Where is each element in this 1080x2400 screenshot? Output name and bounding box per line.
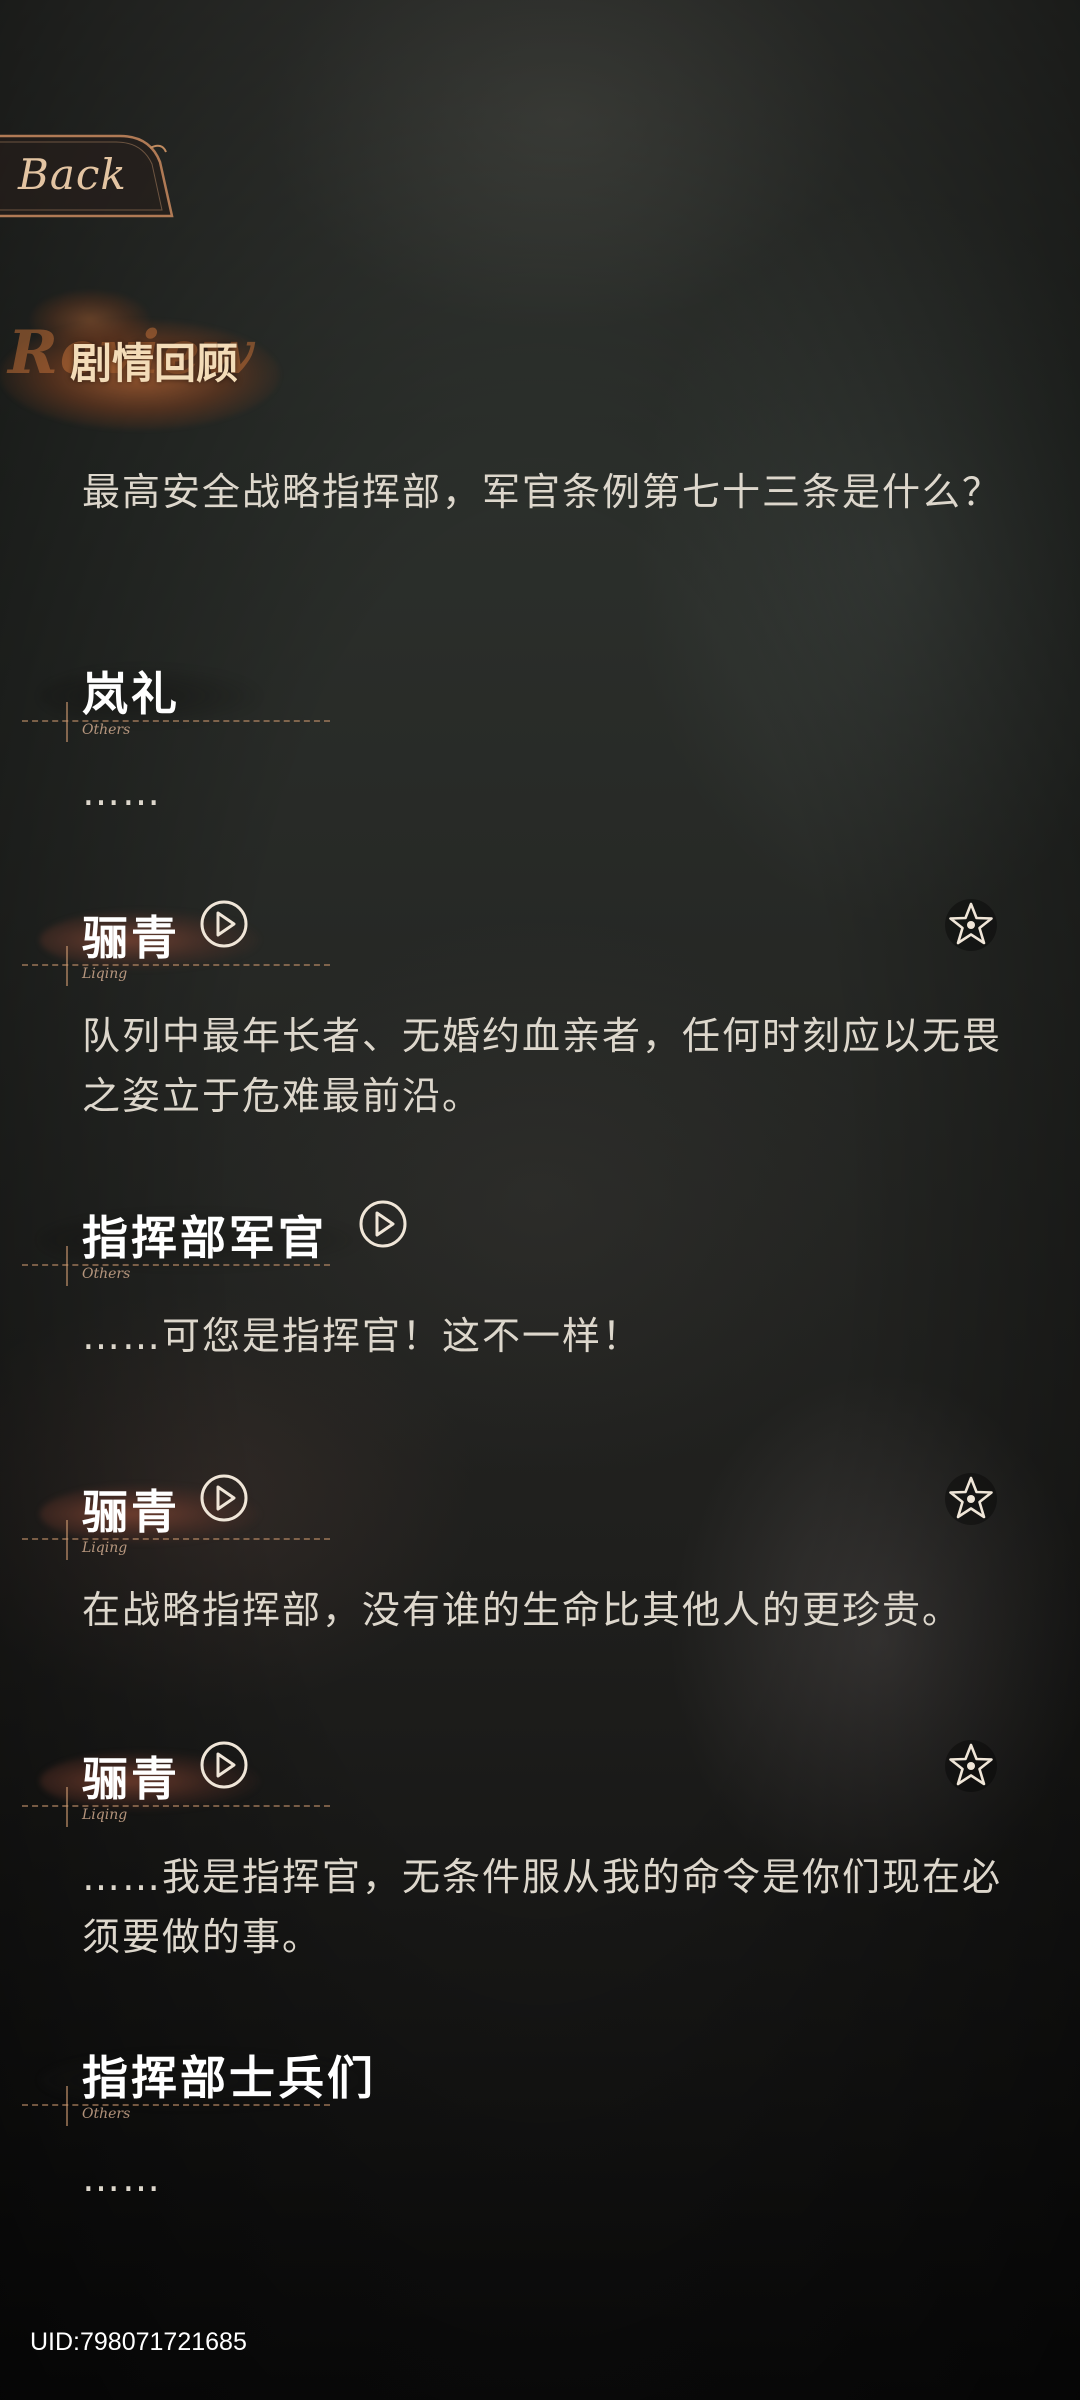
dialogue-entry: 骊青 Liqing ……我是指挥官，无条件服从我的命令是你们现在必须要做的事。 — [0, 1737, 1080, 1959]
speaker-name: 岚礼 — [82, 667, 180, 721]
page-title: 剧情回顾 — [70, 339, 239, 388]
dialogue-entry: 骊青 Liqing 队列中最年长者、无婚约血亲者，任何时刻应以无畏之姿立于危难最… — [0, 896, 1080, 1118]
back-button[interactable]: Back — [0, 132, 184, 222]
speaker-tick — [66, 1520, 68, 1560]
star-favorite-icon[interactable] — [942, 1737, 1000, 1795]
speaker-subtitle: Others — [82, 1266, 131, 1282]
play-voice-icon[interactable] — [196, 1737, 252, 1793]
speaker-name: 骊青 — [82, 1752, 180, 1806]
dialogue-text: ……可您是指挥官！这不一样！ — [82, 1314, 643, 1358]
speaker-header: 指挥部军官 Others — [0, 1196, 1080, 1286]
dialogue-text: 最高安全战略指挥部，军官条例第七十三条是什么？ — [82, 470, 1003, 514]
speaker-tick — [66, 702, 68, 742]
dialogue-text: ……我是指挥官，无条件服从我的命令是你们现在必须要做的事。 — [82, 1855, 1003, 1959]
speaker-tick — [66, 1787, 68, 1827]
speaker-header: 骊青 Liqing — [0, 1737, 1080, 1827]
play-voice-icon[interactable] — [355, 1196, 411, 1252]
dialogue-entry: 骊青 Liqing 在战略指挥部，没有谁的生命比其他人的更珍贵。 — [0, 1470, 1080, 1632]
dialogue-text: …… — [82, 770, 162, 814]
speaker-name: 骊青 — [82, 911, 180, 965]
speaker-subtitle: Others — [82, 2106, 131, 2122]
speaker-header: 岚礼 Others — [0, 652, 1080, 742]
speaker-name: 指挥部军官 — [82, 1211, 327, 1265]
speaker-header: 骊青 Liqing — [0, 896, 1080, 986]
speaker-subtitle: Liqing — [82, 1540, 128, 1556]
dialogue-text: 队列中最年长者、无婚约血亲者，任何时刻应以无畏之姿立于危难最前沿。 — [82, 1014, 1003, 1118]
speaker-name: 骊青 — [82, 1485, 180, 1539]
speaker-tick — [66, 1246, 68, 1286]
dialogue-entry: 指挥部士兵们 Others …… — [0, 2036, 1080, 2200]
page-header: Review 剧情回顾 — [0, 290, 300, 450]
dialogue-text: 在战略指挥部，没有谁的生命比其他人的更珍贵。 — [82, 1588, 963, 1632]
speaker-tick — [66, 946, 68, 986]
dialogue-entry: 指挥部军官 Others ……可您是指挥官！这不一样！ — [0, 1196, 1080, 1358]
speaker-header: 指挥部士兵们 Others — [0, 2036, 1080, 2126]
back-button-label: Back — [18, 150, 127, 199]
play-voice-icon[interactable] — [196, 896, 252, 952]
speaker-name: 指挥部士兵们 — [82, 2051, 376, 2105]
speaker-header: 骊青 Liqing — [0, 1470, 1080, 1560]
speaker-tick — [66, 2086, 68, 2126]
star-favorite-icon[interactable] — [942, 896, 1000, 954]
speaker-subtitle: Liqing — [82, 1807, 128, 1823]
star-favorite-icon[interactable] — [942, 1470, 1000, 1528]
dialogue-text: …… — [82, 2156, 162, 2200]
user-id-label: UID:798071721685 — [30, 2328, 247, 2356]
speaker-subtitle: Others — [82, 722, 131, 738]
dialogue-entry: 岚礼 Others …… — [0, 652, 1080, 814]
play-voice-icon[interactable] — [196, 1470, 252, 1526]
speaker-subtitle: Liqing — [82, 966, 128, 982]
